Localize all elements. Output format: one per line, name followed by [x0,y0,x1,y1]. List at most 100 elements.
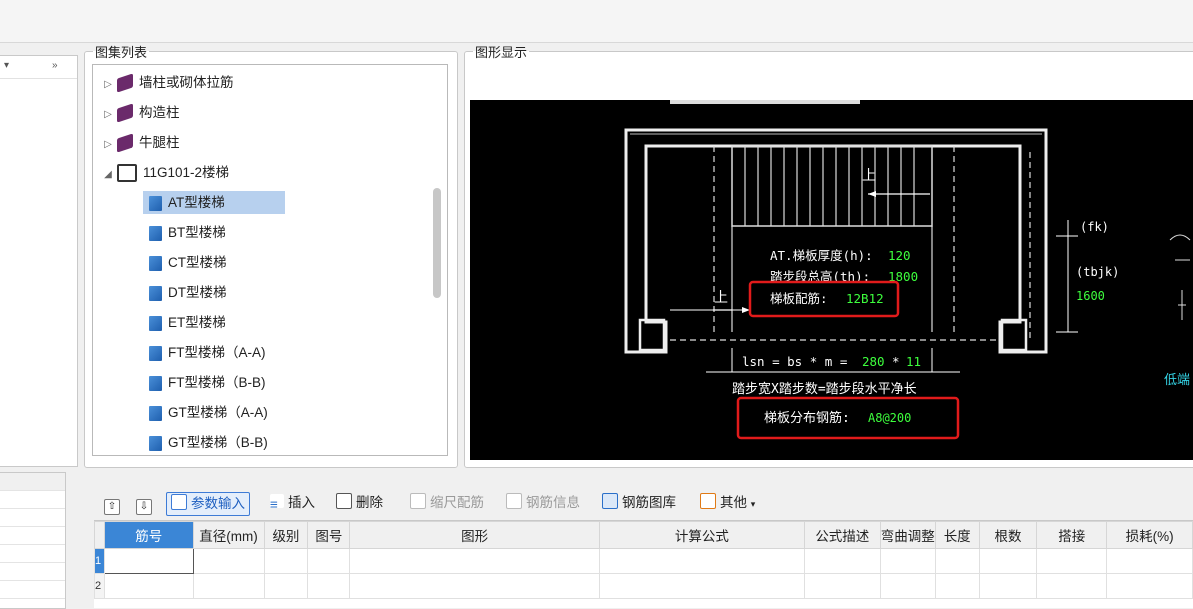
chevron-down-icon: ▾ [750,499,756,509]
table-cell[interactable] [349,548,600,574]
tree-item-row: AT型楼梯 [143,191,285,214]
table-cell[interactable] [1036,573,1108,599]
rebar-grid: 筋号 直径(mm) 级别 图号 图形 计算公式 公式描述 弯曲调整 长度 根数 搭接 损耗(%) 12 [94,520,1193,608]
insert-button[interactable]: ≡ 插入 [270,492,315,514]
collapsed-arrow-icon[interactable]: ▷ [99,131,117,159]
column-header[interactable]: 级别 [263,521,309,549]
table-cell[interactable] [598,548,805,574]
rebar-info-label: 钢筋信息 [526,495,580,510]
tree-scrollbar[interactable] [433,188,441,298]
tree-item[interactable]: BT型楼梯 [143,219,302,247]
delete-button[interactable]: 删除 [336,492,383,514]
tree-item-label: DT型楼梯 [168,285,227,300]
formula-text: lsn = bs * m = [742,354,847,369]
table-cell[interactable] [1106,548,1193,574]
table-cell[interactable] [103,573,194,599]
tree-item-row: ET型楼梯 [143,312,302,333]
table-cell[interactable] [978,548,1038,574]
column-header[interactable]: 搭接 [1036,521,1108,549]
other-label: 其他 [720,495,747,510]
table-cell[interactable] [934,548,980,574]
table-cell[interactable] [803,573,881,599]
table-cell[interactable] [349,573,600,599]
tbjk-value: 1600 [1076,289,1105,303]
table-cell[interactable] [192,573,265,599]
column-header[interactable]: 长度 [934,521,980,549]
tree-item[interactable]: CT型楼梯 [143,249,303,277]
rebar-library-button[interactable]: 钢筋图库 [602,492,676,514]
move-down-button[interactable]: ⇩ [136,492,156,515]
table-cell[interactable] [103,548,194,574]
tree-item[interactable]: GT型楼梯（B-B) [143,429,344,455]
column-header[interactable]: 图号 [307,521,351,549]
table-cell[interactable] [1036,548,1108,574]
table-cell[interactable] [879,573,936,599]
scale-rebar-label: 缩尺配筋 [430,495,484,510]
document-icon [149,195,162,211]
tree-item[interactable]: GT型楼梯（A-A) [143,399,344,427]
tree-item-row: 牛腿柱 [117,133,180,154]
tree-item-label: 11G101-2楼梯 [143,165,230,180]
drawing-panel-title: 图形显示 [475,45,528,60]
table-cell[interactable] [263,548,309,574]
tree-item[interactable]: FT型楼梯（B-B) [143,369,342,397]
dropdown-arrow-icon[interactable]: ▾ [4,60,9,71]
tree-item-row: GT型楼梯（A-A) [143,402,344,423]
insert-icon: ≡ [270,494,284,512]
rebar-value: 12B12 [846,291,884,306]
rebar-info-button[interactable]: 钢筋信息 [506,492,580,514]
thickness-value: 120 [888,248,911,263]
row-number[interactable]: 2 [94,573,105,599]
tree-item-label: FT型楼梯（B-B) [168,375,266,390]
column-header[interactable]: 公式描述 [803,521,881,549]
collapsed-arrow-icon[interactable]: ▷ [99,101,117,129]
tree-item[interactable]: ◢ 11G101-2楼梯 [99,159,229,187]
column-header[interactable]: 损耗(%) [1106,521,1193,549]
tree-item-row: FT型楼梯（B-B) [143,372,342,393]
delete-icon [336,493,352,509]
down-arrow-icon: ⇩ [136,499,152,515]
tree-item[interactable]: ▷ 墙柱或砌体拉筋 [99,69,234,97]
tree-item[interactable]: ▷ 牛腿柱 [99,129,180,157]
book-icon [117,133,133,154]
row-number[interactable]: 1 [94,548,105,574]
tree-item-label: 墙柱或砌体拉筋 [139,75,234,90]
document-icon [149,435,162,451]
scale-rebar-button[interactable]: 缩尺配筋 [410,492,484,514]
tree-item[interactable]: FT型楼梯（A-A) [143,339,342,367]
table-cell[interactable] [803,548,881,574]
open-book-icon [117,164,137,183]
other-button[interactable]: 其他 ▾ [700,492,755,514]
table-cell[interactable] [307,573,351,599]
column-header[interactable]: 图形 [349,521,600,549]
table-cell[interactable] [598,573,805,599]
table-cell[interactable] [263,573,309,599]
double-arrow-icon[interactable]: » [52,60,58,71]
table-cell[interactable] [978,573,1038,599]
collapsed-arrow-icon[interactable]: ▷ [99,71,117,99]
column-header[interactable]: 计算公式 [598,521,805,549]
param-input-button[interactable]: 参数输入 [166,492,250,516]
tree-item[interactable]: ET型楼梯 [143,309,302,337]
tbjk-label: (tbjk) [1076,265,1119,279]
tree-item[interactable]: AT型楼梯 [143,189,285,217]
expanded-arrow-icon[interactable]: ◢ [99,161,117,189]
column-header[interactable]: 弯曲调整 [879,521,936,549]
table-cell[interactable] [307,548,351,574]
tree-item[interactable]: ▷ 构造柱 [99,99,180,127]
column-header[interactable]: 筋号 [103,521,194,549]
table-cell[interactable] [934,573,980,599]
table-cell[interactable] [879,548,936,574]
fk-label: (fk) [1080,220,1109,234]
move-up-button[interactable]: ⇧ [104,492,124,515]
insert-label: 插入 [288,495,315,510]
column-header[interactable]: 直径(mm) [192,521,265,549]
tree-item-row: 11G101-2楼梯 [117,164,230,183]
table-cell[interactable] [192,548,265,574]
param-input-label: 参数输入 [191,496,245,511]
table-cell[interactable] [1106,573,1193,599]
row-header-corner [94,521,105,549]
delete-label: 删除 [356,495,383,510]
column-header[interactable]: 根数 [978,521,1038,549]
tree-item[interactable]: DT型楼梯 [143,279,303,307]
